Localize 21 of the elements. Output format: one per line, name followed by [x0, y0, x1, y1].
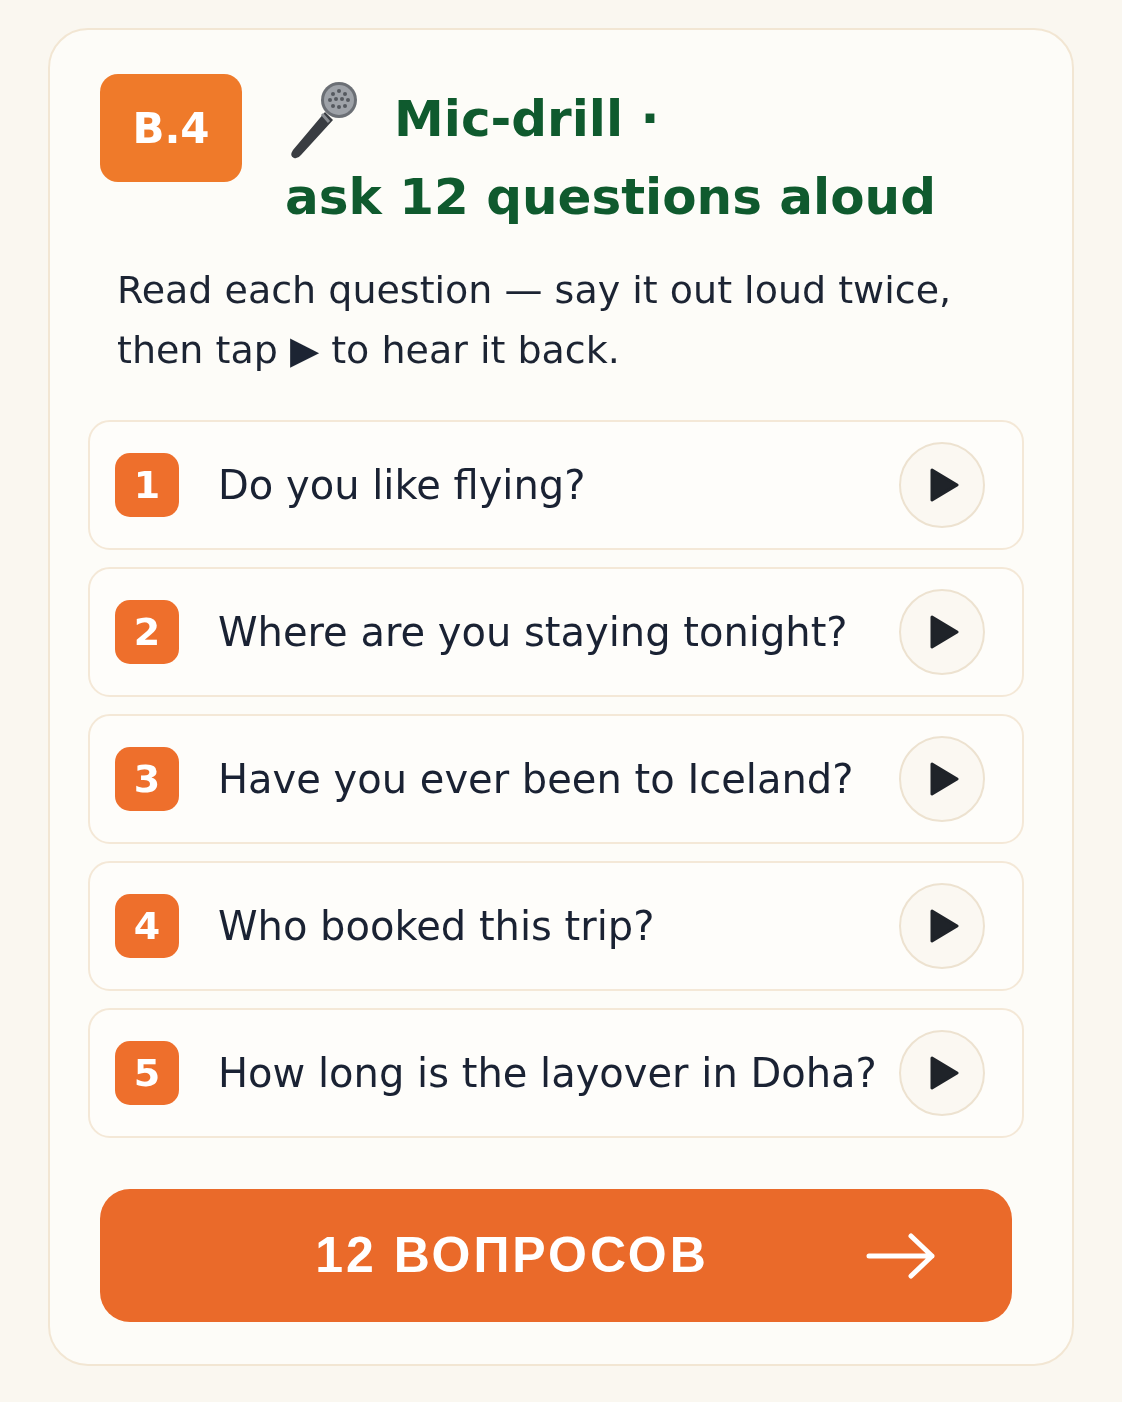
question-text: Have you ever been to Iceland? [218, 755, 855, 804]
question-number: 3 [115, 747, 179, 811]
arrow-right-icon [866, 1232, 936, 1279]
question-text: How long is the layover in Doha? [218, 1049, 878, 1098]
title-text: ask 12 questions aloud [285, 167, 936, 228]
question-number: 4 [115, 894, 179, 958]
title-text: Mic-drill · [394, 89, 660, 150]
question-number: 2 [115, 600, 179, 664]
play-icon [929, 468, 959, 502]
question-text: Who booked this trip? [218, 902, 656, 951]
section-label: B.4 [100, 74, 242, 182]
question-number: 1 [115, 453, 179, 517]
question-number: 5 [115, 1041, 179, 1105]
play-icon [929, 1056, 959, 1090]
question-text: Where are you staying tonight? [218, 608, 849, 657]
play-icon [929, 909, 959, 943]
play-icon [929, 615, 959, 649]
next-button[interactable]: 12 ВОПРОСОВ [100, 1189, 1012, 1322]
play-icon [929, 762, 959, 796]
instructions-text: Read each question — say it out loud twice, then tap ▶ to hear it back. [117, 267, 953, 374]
question-text: Do you like flying? [218, 461, 587, 510]
